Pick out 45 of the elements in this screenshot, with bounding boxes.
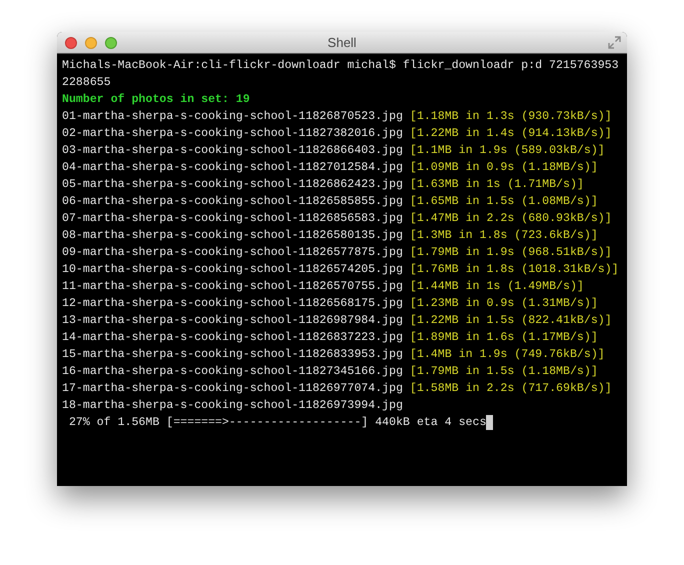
terminal-line: Number of photos in set: 19 <box>62 92 251 108</box>
zoom-button[interactable] <box>105 36 117 48</box>
file-name: 07-martha-sherpa-s-cooking-school-11826856583.jpg <box>62 211 403 227</box>
file-name: 10-martha-sherpa-s-cooking-school-11826574205.jpg <box>62 262 403 278</box>
minimize-button[interactable] <box>85 36 97 48</box>
download-stats: [1.63MB in 1s (1.71MB/s)] <box>410 177 584 193</box>
download-stats: [1.65MB in 1.5s (1.08MB/s)] <box>410 194 598 210</box>
download-stats: [1.44MB in 1s (1.49MB/s)] <box>410 279 584 295</box>
download-stats: [1.18MB in 1.3s (930.73kB/s)] <box>410 109 612 125</box>
terminal-line: Michals-MacBook-Air:cli-flickr-downloadr michal$ flickr_downloadr p:d 7215763953 <box>62 58 620 74</box>
download-stats: [1.22MB in 1.4s (914.13kB/s)] <box>410 126 612 142</box>
download-stats: [1.23MB in 0.9s (1.31MB/s)] <box>410 296 598 312</box>
file-name: 06-martha-sherpa-s-cooking-school-11826585855.jpg <box>62 194 403 210</box>
file-name: 11-martha-sherpa-s-cooking-school-11826570755.jpg <box>62 279 403 295</box>
file-name: 05-martha-sherpa-s-cooking-school-11826862423.jpg <box>62 177 403 193</box>
download-stats: [1.3MB in 1.8s (723.6kB/s)] <box>410 228 598 244</box>
download-stats: [1.89MB in 1.6s (1.17MB/s)] <box>410 330 598 346</box>
download-stats: [1.79MB in 1.9s (968.51kB/s)] <box>410 245 612 261</box>
fullscreen-icon[interactable] <box>608 36 621 49</box>
download-stats: [1.58MB in 2.2s (717.69kB/s)] <box>410 381 612 397</box>
download-stats: [1.4MB in 1.9s (749.76kB/s)] <box>410 347 605 363</box>
window-title: Shell <box>328 34 356 52</box>
file-name: 01-martha-sherpa-s-cooking-school-11826870523.jpg <box>62 109 403 125</box>
file-name: 09-martha-sherpa-s-cooking-school-11826577875.jpg <box>62 245 403 261</box>
file-name: 03-martha-sherpa-s-cooking-school-11826866403.jpg <box>62 143 403 159</box>
file-name: 16-martha-sherpa-s-cooking-school-11827345166.jpg <box>62 364 403 380</box>
terminal-line: 2288655 <box>62 75 112 91</box>
file-name: 12-martha-sherpa-s-cooking-school-11826568175.jpg <box>62 296 403 312</box>
download-stats: [1.1MB in 1.9s (589.03kB/s)] <box>410 143 605 159</box>
terminal-line: 18-martha-sherpa-s-cooking-school-11826973994.jpg <box>62 398 404 414</box>
download-stats: [1.79MB in 1.5s (1.18MB/s)] <box>410 364 598 380</box>
file-name: 15-martha-sherpa-s-cooking-school-11826833953.jpg <box>62 347 403 363</box>
file-name: 02-martha-sherpa-s-cooking-school-11827382016.jpg <box>62 126 403 142</box>
cursor-icon <box>486 415 494 430</box>
file-name: 04-martha-sherpa-s-cooking-school-11827012584.jpg <box>62 160 403 176</box>
file-name: 14-martha-sherpa-s-cooking-school-11826837223.jpg <box>62 330 403 346</box>
progress-line: 27% of 1.56MB [=======>-------------------] 440kB eta 4 secs <box>68 415 486 431</box>
download-stats: [1.76MB in 1.8s (1018.31kB/s)] <box>410 262 619 278</box>
file-name: 08-martha-sherpa-s-cooking-school-11826580135.jpg <box>62 228 403 244</box>
download-stats: [1.47MB in 2.2s (680.93kB/s)] <box>410 211 612 227</box>
close-button[interactable] <box>65 36 77 48</box>
download-stats: [1.09MB in 0.9s (1.18MB/s)] <box>410 160 598 176</box>
download-stats: [1.22MB in 1.5s (822.41kB/s)] <box>410 313 612 329</box>
file-name: 13-martha-sherpa-s-cooking-school-11826987984.jpg <box>62 313 403 329</box>
file-name: 17-martha-sherpa-s-cooking-school-11826977074.jpg <box>62 381 403 397</box>
